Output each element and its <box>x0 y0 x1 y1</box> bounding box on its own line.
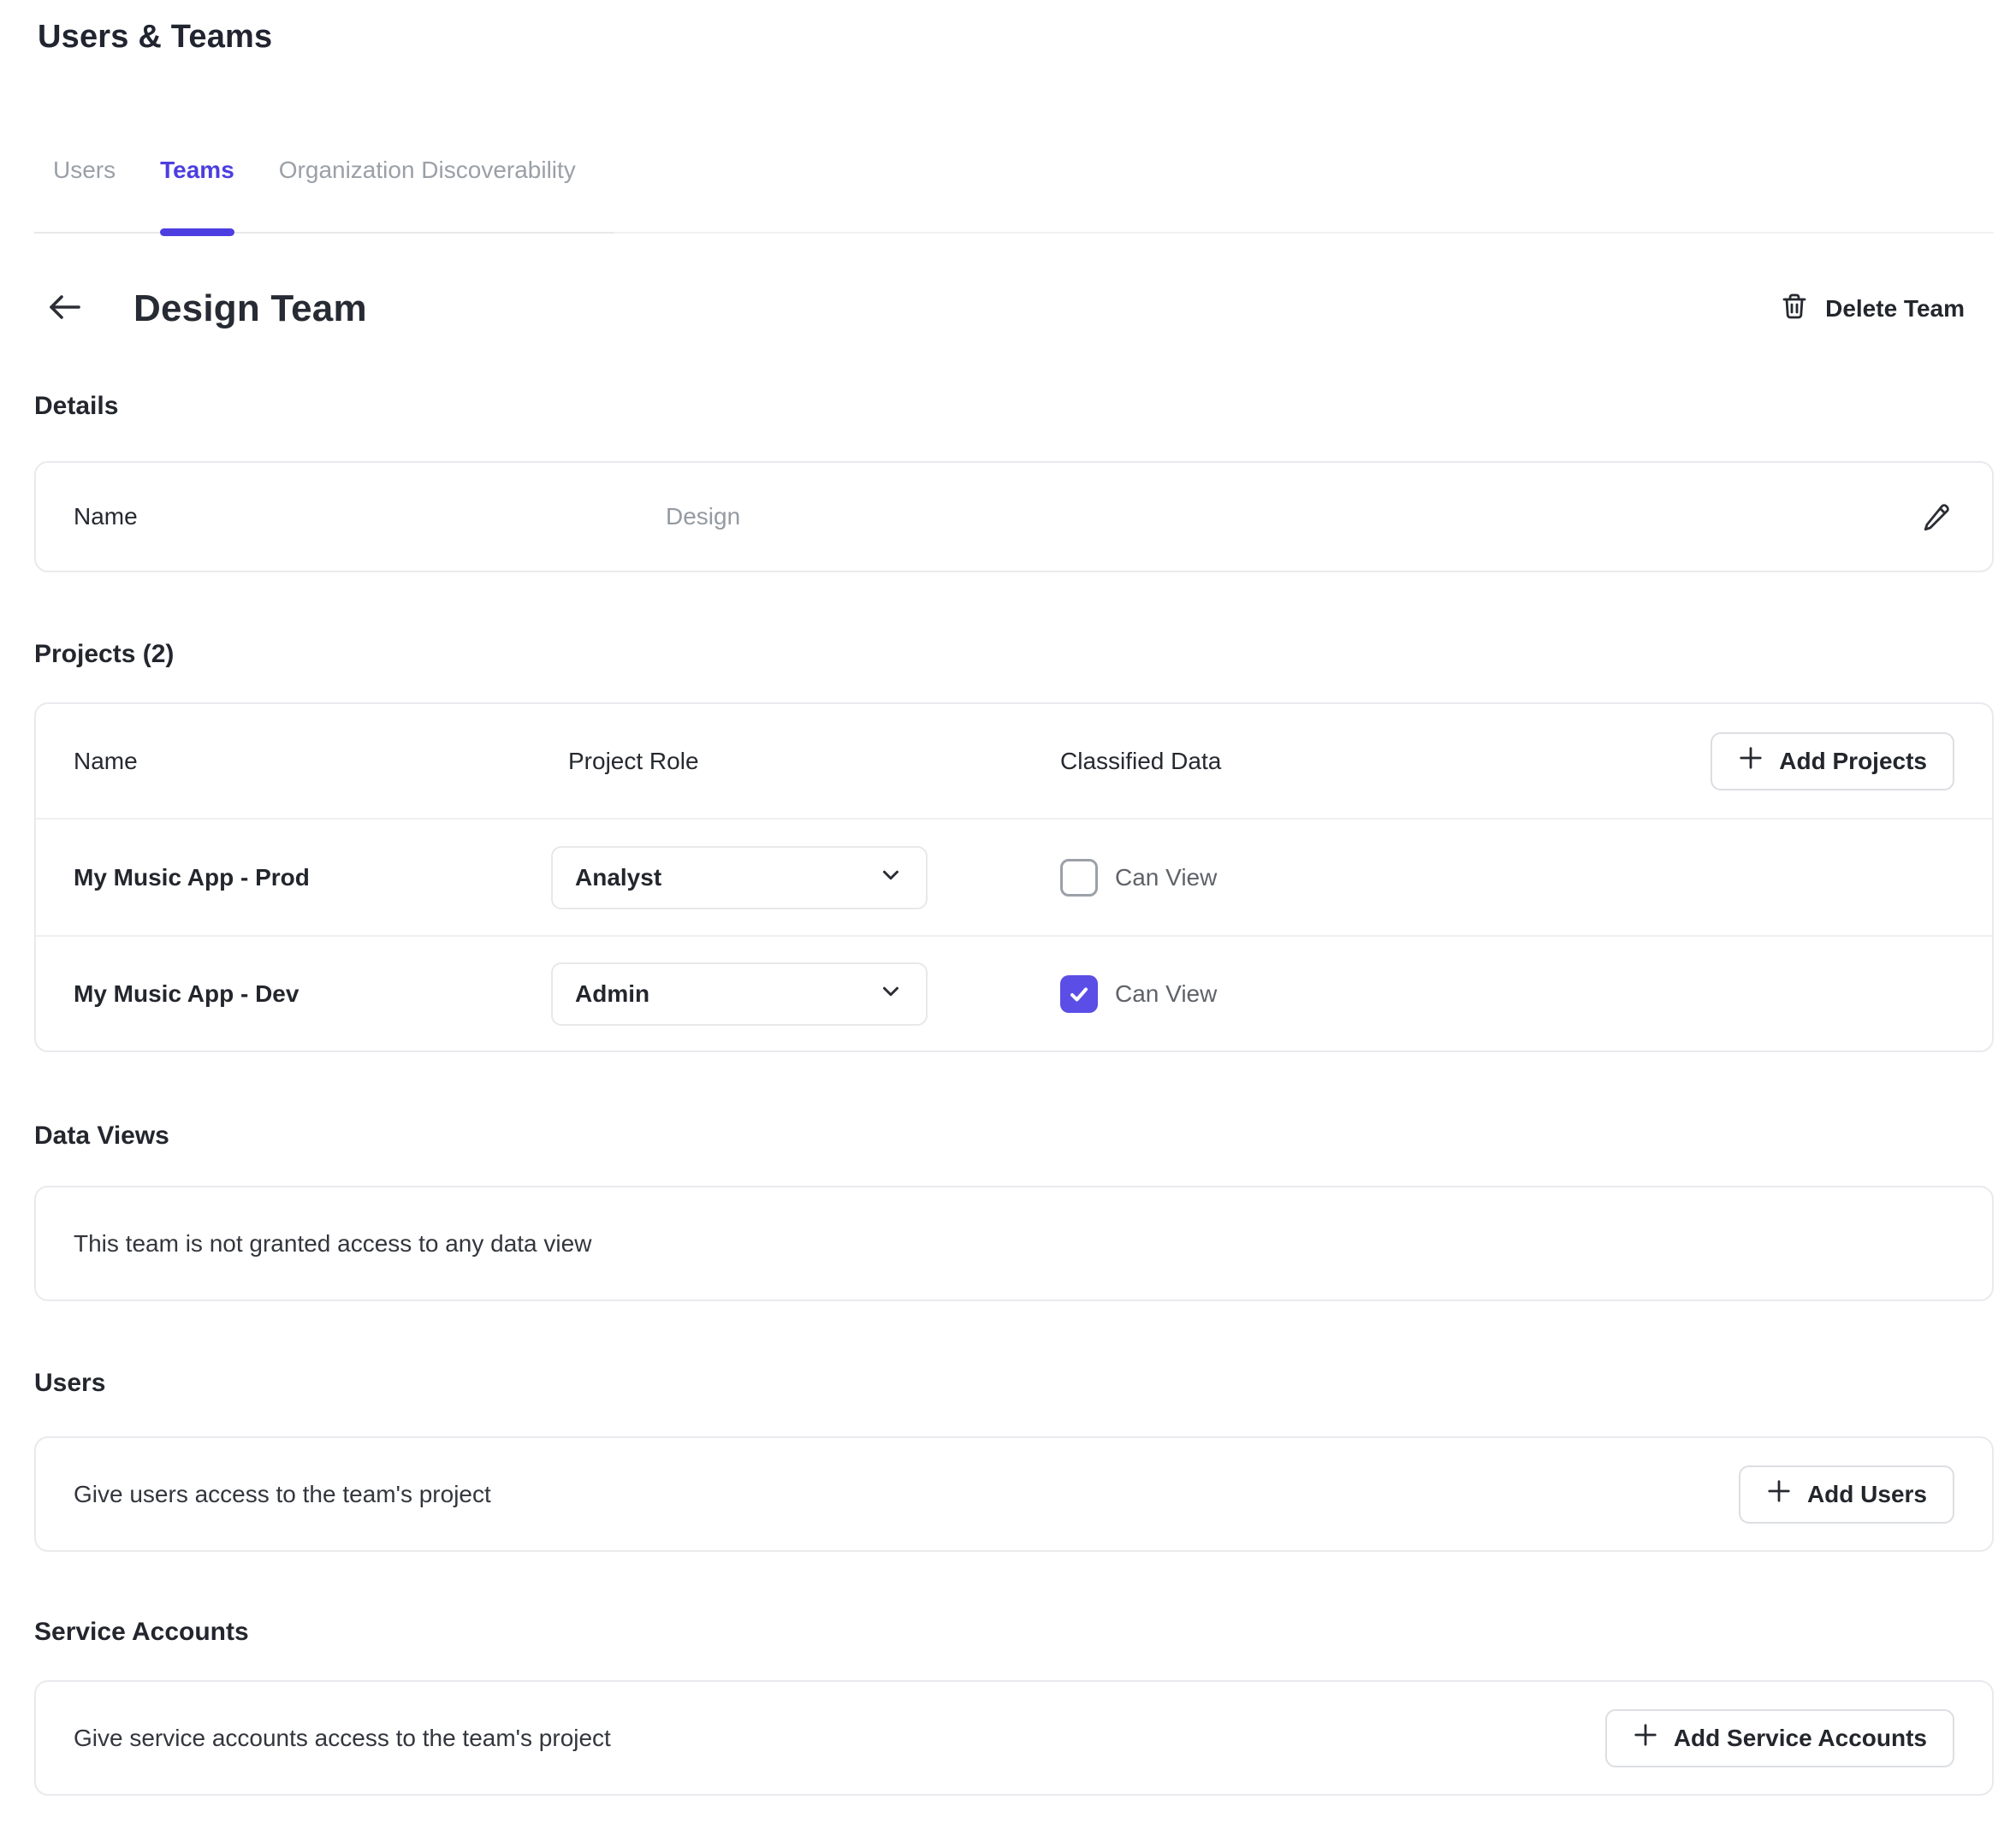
can-view-label: Can View <box>1115 980 1217 1008</box>
users-card: Give users access to the team's project … <box>34 1436 1994 1552</box>
users-description: Give users access to the team's project <box>74 1481 491 1508</box>
team-title: Design Team <box>133 285 367 333</box>
column-header-name: Name <box>74 748 551 775</box>
project-role-cell: Admin <box>551 962 1030 1026</box>
details-card: Name Design <box>34 461 1994 572</box>
project-role-value: Analyst <box>575 864 661 891</box>
trash-icon <box>1779 291 1810 328</box>
project-name: My Music App - Dev <box>74 980 551 1008</box>
page-title: Users & Teams <box>38 15 1994 58</box>
name-label: Name <box>74 503 666 530</box>
service-accounts-heading: Service Accounts <box>34 1617 1994 1648</box>
column-header-project-role: Project Role <box>551 748 1030 775</box>
table-row-project-prod: My Music App - Prod Analyst Can View <box>36 820 1992 935</box>
details-heading: Details <box>34 391 1994 422</box>
projects-heading: Projects (2) <box>34 639 1994 670</box>
pencil-icon <box>1919 498 1954 536</box>
add-users-label: Add Users <box>1807 1481 1927 1508</box>
team-name-value: Design <box>666 503 740 530</box>
can-view-checkbox[interactable] <box>1060 859 1098 897</box>
back-button[interactable] <box>44 289 84 329</box>
can-view-checkbox[interactable] <box>1060 975 1098 1013</box>
tab-bar: Users Teams Organization Discoverability <box>34 156 1994 234</box>
data-views-card: This team is not granted access to any d… <box>34 1186 1994 1301</box>
service-accounts-description: Give service accounts access to the team… <box>74 1725 611 1752</box>
users-teams-page: Users & Teams Users Teams Organization D… <box>0 15 2016 1796</box>
tab-teams[interactable]: Teams <box>160 156 234 232</box>
plus-icon <box>1633 1722 1658 1754</box>
tab-users[interactable]: Users <box>53 156 116 232</box>
projects-table: Name Project Role Classified Data Add Pr… <box>34 702 1994 1052</box>
plus-icon <box>1766 1478 1792 1510</box>
service-accounts-card: Give service accounts access to the team… <box>34 1680 1994 1796</box>
project-role-cell: Analyst <box>551 846 1030 909</box>
classified-data-cell: Can View <box>1030 859 1954 897</box>
chevron-down-icon <box>878 862 904 892</box>
data-views-heading: Data Views <box>34 1121 1994 1151</box>
arrow-left-icon <box>44 287 84 331</box>
project-name: My Music App - Prod <box>74 864 551 891</box>
data-views-empty-text: This team is not granted access to any d… <box>74 1230 591 1258</box>
plus-icon <box>1738 745 1764 777</box>
classified-data-cell: Can View <box>1030 975 1954 1013</box>
project-role-value: Admin <box>575 980 649 1008</box>
add-projects-label: Add Projects <box>1779 748 1927 775</box>
project-role-select[interactable]: Analyst <box>551 846 928 909</box>
chevron-down-icon <box>878 979 904 1009</box>
delete-team-label: Delete Team <box>1825 295 1965 323</box>
add-service-accounts-label: Add Service Accounts <box>1674 1725 1927 1752</box>
delete-team-button[interactable]: Delete Team <box>1779 291 1965 328</box>
add-users-button[interactable]: Add Users <box>1739 1465 1954 1524</box>
tab-organization-discoverability[interactable]: Organization Discoverability <box>279 156 576 232</box>
edit-name-button[interactable] <box>1918 499 1954 535</box>
tab-list: Users Teams Organization Discoverability <box>34 156 614 234</box>
add-projects-button[interactable]: Add Projects <box>1711 732 1954 790</box>
users-heading: Users <box>34 1368 1994 1399</box>
team-header: Design Team Delete Team <box>34 285 1994 333</box>
can-view-label: Can View <box>1115 864 1217 891</box>
projects-header-row: Name Project Role Classified Data Add Pr… <box>36 704 1992 820</box>
project-role-select[interactable]: Admin <box>551 962 928 1026</box>
add-service-accounts-button[interactable]: Add Service Accounts <box>1605 1709 1954 1767</box>
checkmark-icon <box>1066 981 1092 1007</box>
table-row-project-dev: My Music App - Dev Admin Can View <box>36 935 1992 1051</box>
column-header-classified-data: Classified Data <box>1030 748 1711 775</box>
